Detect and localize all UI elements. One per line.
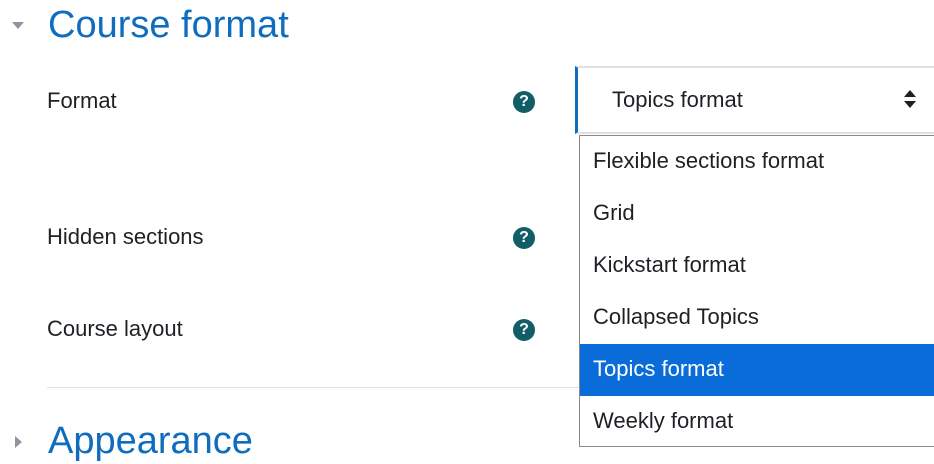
dropdown-option-flexible-sections[interactable]: Flexible sections format	[580, 136, 934, 188]
appearance-title[interactable]: Appearance	[48, 422, 253, 460]
course-layout-help-icon[interactable]: ?	[513, 319, 535, 341]
dropdown-option-topics-format[interactable]: Topics format	[580, 344, 934, 396]
select-updown-arrows-icon	[904, 90, 916, 110]
hidden-sections-help-icon[interactable]: ?	[513, 227, 535, 249]
format-label: Format	[47, 88, 117, 113]
course-format-title[interactable]: Course format	[48, 6, 289, 44]
collapse-caret-down-icon[interactable]	[12, 22, 24, 29]
dropdown-option-grid[interactable]: Grid	[580, 188, 934, 240]
dropdown-option-weekly-format[interactable]: Weekly format	[580, 396, 934, 448]
hidden-sections-label: Hidden sections	[47, 224, 204, 249]
expand-caret-right-icon[interactable]	[15, 436, 22, 448]
dropdown-option-collapsed-topics[interactable]: Collapsed Topics	[580, 292, 934, 344]
dropdown-option-kickstart[interactable]: Kickstart format	[580, 240, 934, 292]
course-layout-label: Course layout	[47, 316, 183, 341]
format-help-icon[interactable]: ?	[513, 91, 535, 113]
format-select[interactable]: Topics format	[575, 66, 934, 134]
format-select-value: Topics format	[612, 87, 743, 112]
format-dropdown-list[interactable]: Flexible sections format Grid Kickstart …	[579, 135, 934, 447]
